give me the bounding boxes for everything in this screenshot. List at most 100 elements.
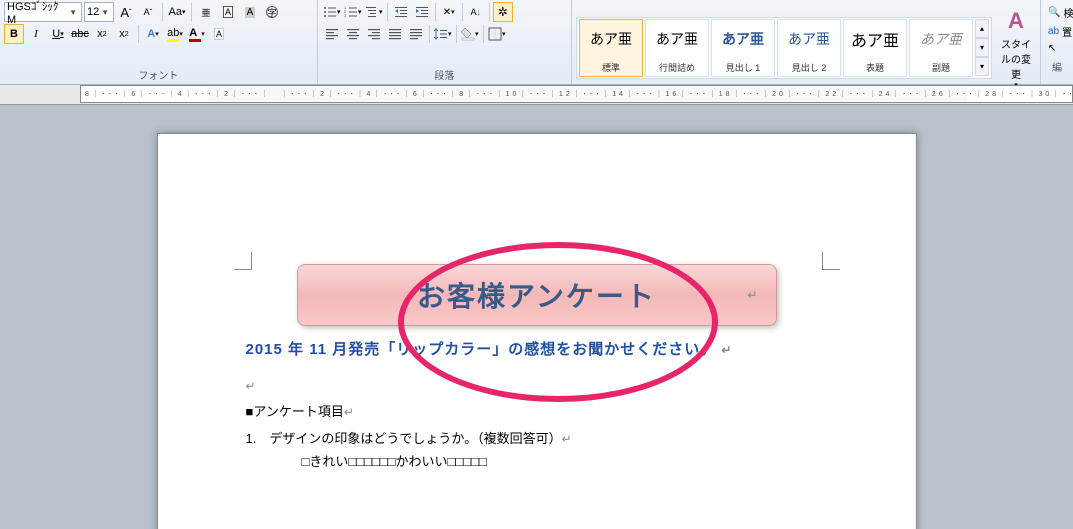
chevron-down-icon[interactable]: ▼ <box>67 8 79 17</box>
font-group-label: フォント <box>4 65 313 84</box>
font-name-value: HGSｺﾞｼｯｸM <box>7 0 67 26</box>
margin-corner-tr <box>822 252 840 270</box>
subtitle-text[interactable]: 2015 年 11 月発売「リップカラー」の感想をお聞かせください。 ↵ <box>246 338 828 359</box>
text-effects-button[interactable]: A▾ <box>143 24 163 44</box>
strikethrough-button[interactable]: abc <box>70 24 90 44</box>
style-name: 行間詰め <box>657 59 697 76</box>
separator <box>191 3 192 21</box>
return-mark-icon: ↵ <box>562 432 572 446</box>
svg-text:3: 3 <box>344 13 347 18</box>
char-shading-button[interactable]: A <box>240 2 260 22</box>
document-workspace[interactable]: お客様アンケート ↵ 2015 年 11 月発売「リップカラー」の感想をお聞かせ… <box>0 105 1073 529</box>
chevron-down-icon[interactable]: ▼ <box>99 8 111 17</box>
change-styles-label: スタイルの変更 <box>998 36 1034 81</box>
margin-corner-tl <box>234 252 252 270</box>
style-preview: あア亜 <box>851 20 899 59</box>
style-expand[interactable]: ▾ <box>975 57 989 76</box>
style-scroll: ▴ ▾ ▾ <box>975 19 989 76</box>
enclose-char-button[interactable]: 字 <box>262 2 282 22</box>
style-scroll-up[interactable]: ▴ <box>975 19 989 38</box>
char-border-button[interactable]: A <box>218 2 238 22</box>
multilevel-list-button[interactable]: ▾ <box>364 2 384 22</box>
asian-layout-button[interactable]: ✕▾ <box>439 2 459 22</box>
distribute-button[interactable] <box>406 24 426 44</box>
bullets-button[interactable]: ▾ <box>322 2 342 22</box>
underline-button[interactable]: U▾ <box>48 24 68 44</box>
separator <box>483 25 484 43</box>
style-name: 見出し 2 <box>790 59 829 76</box>
style-standard[interactable]: あア亜 標準 <box>579 19 643 77</box>
align-right-button[interactable] <box>364 24 384 44</box>
font-size-value: 12 <box>87 6 99 18</box>
separator <box>162 3 163 21</box>
horizontal-ruler[interactable]: 8｜･･･｜6｜･･･｜4｜･･･｜2｜･･･｜ ｜･･･｜2｜･･･｜4｜･･… <box>80 85 1073 103</box>
ruler-area: 8｜･･･｜6｜･･･｜4｜･･･｜2｜･･･｜ ｜･･･｜2｜･･･｜4｜･･… <box>0 85 1073 105</box>
clear-formatting-button[interactable]: A <box>209 24 229 44</box>
select-button[interactable]: ↖ <box>1047 42 1067 55</box>
question-1[interactable]: 1. デザインの印象はどうでしょうか。（複数回答可）↵ <box>246 428 828 447</box>
style-subtitle[interactable]: あア亜 副題 <box>909 19 973 77</box>
styles-group: あア亜 標準 あア亜 行間詰め あア亜 見出し 1 あア亜 見出し 2 あア亜 <box>572 0 1041 84</box>
editing-group: 🔍検 ab置 ↖ 編 <box>1041 0 1073 84</box>
italic-button[interactable]: I <box>26 24 46 44</box>
align-center-button[interactable] <box>343 24 363 44</box>
separator <box>138 25 139 43</box>
question-1-choices[interactable]: □きれい□□□□□□かわいい□□□□□ <box>302 451 828 470</box>
separator <box>387 3 388 21</box>
phonetic-guide-button[interactable]: 亜 <box>196 2 216 22</box>
numbering-button[interactable]: 123▾ <box>343 2 363 22</box>
separator <box>435 3 436 21</box>
align-left-button[interactable] <box>322 24 342 44</box>
find-button[interactable]: 🔍検 <box>1047 4 1067 21</box>
subscript-button[interactable]: x2 <box>92 24 112 44</box>
binoculars-icon: 🔍 <box>1048 7 1060 18</box>
sort-button[interactable]: A↓ <box>466 2 486 22</box>
font-size-combo[interactable]: 12 ▼ <box>84 2 114 22</box>
decrease-indent-button[interactable] <box>391 2 411 22</box>
return-mark-icon: ↵ <box>747 288 757 302</box>
style-preview: あア亜 <box>788 20 830 59</box>
increase-indent-button[interactable] <box>412 2 432 22</box>
paragraph-group: ▾ 123▾ ▾ ✕▾ A↓ ✲ ▾ <box>318 0 572 84</box>
paragraph-group-label: 段落 <box>322 65 567 84</box>
borders-button[interactable]: ▾ <box>487 24 507 44</box>
section-heading[interactable]: ■アンケート項目↵ <box>246 401 828 420</box>
return-mark-icon: ↵ <box>721 343 732 357</box>
style-scroll-down[interactable]: ▾ <box>975 38 989 57</box>
style-heading2[interactable]: あア亜 見出し 2 <box>777 19 841 77</box>
title-text: お客様アンケート <box>417 275 656 315</box>
ribbon: HGSｺﾞｼｯｸM ▼ 12 ▼ Aˆ Aˇ Aa▾ 亜 A A 字 B I <box>0 0 1073 85</box>
styles-gallery: あア亜 標準 あア亜 行間詰め あア亜 見出し 1 あア亜 見出し 2 あア亜 <box>576 17 992 79</box>
style-no-spacing[interactable]: あア亜 行間詰め <box>645 19 709 77</box>
font-name-combo[interactable]: HGSｺﾞｼｯｸM ▼ <box>4 2 82 22</box>
separator <box>456 25 457 43</box>
bold-button[interactable]: B <box>4 24 24 44</box>
replace-button[interactable]: ab置 <box>1047 23 1067 40</box>
title-shape[interactable]: お客様アンケート ↵ <box>297 264 777 326</box>
font-color-button[interactable]: A▾ <box>187 24 207 44</box>
style-preview: あア亜 <box>656 20 698 59</box>
style-preview: あア亜 <box>920 20 962 59</box>
superscript-button[interactable]: x2 <box>114 24 134 44</box>
style-heading1[interactable]: あア亜 見出し 1 <box>711 19 775 77</box>
change-styles-icon: A <box>998 6 1034 36</box>
shrink-font-button[interactable]: Aˇ <box>138 2 158 22</box>
empty-paragraph[interactable]: ↵ <box>246 379 828 393</box>
separator <box>429 25 430 43</box>
change-styles-button[interactable]: A スタイルの変更 ▾ <box>996 2 1036 93</box>
style-name: 副題 <box>930 59 952 76</box>
editing-group-label: 編 <box>1045 57 1069 76</box>
justify-button[interactable] <box>385 24 405 44</box>
separator <box>489 3 490 21</box>
line-spacing-button[interactable]: ▾ <box>433 24 453 44</box>
show-marks-button[interactable]: ✲ <box>493 2 513 22</box>
return-mark-icon: ↵ <box>344 405 354 419</box>
page[interactable]: お客様アンケート ↵ 2015 年 11 月発売「リップカラー」の感想をお聞かせ… <box>157 133 917 529</box>
style-title[interactable]: あア亜 表題 <box>843 19 907 77</box>
style-name: 標準 <box>600 59 622 76</box>
shading-button[interactable]: ▾ <box>460 24 480 44</box>
grow-font-button[interactable]: Aˆ <box>116 2 136 22</box>
highlight-button[interactable]: ab▾ <box>165 24 185 44</box>
change-case-button[interactable]: Aa▾ <box>167 2 187 22</box>
replace-icon: ab <box>1048 26 1059 37</box>
